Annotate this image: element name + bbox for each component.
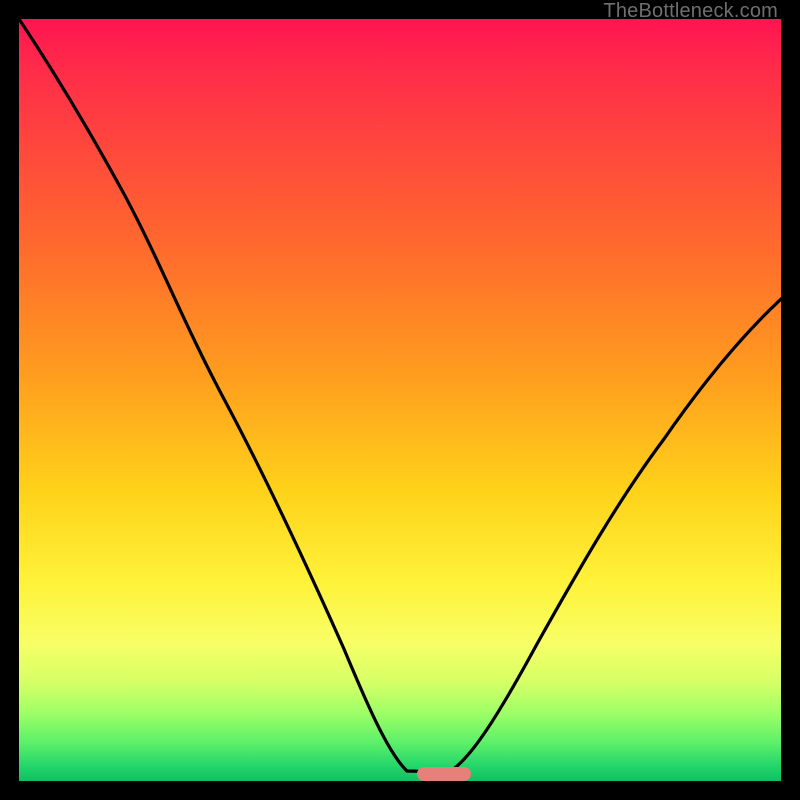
trough-marker (417, 767, 471, 781)
watermark-label: TheBottleneck.com (603, 0, 778, 22)
plot-area (19, 19, 781, 781)
chart-frame: TheBottleneck.com (0, 0, 800, 800)
bottleneck-curve (19, 19, 781, 781)
